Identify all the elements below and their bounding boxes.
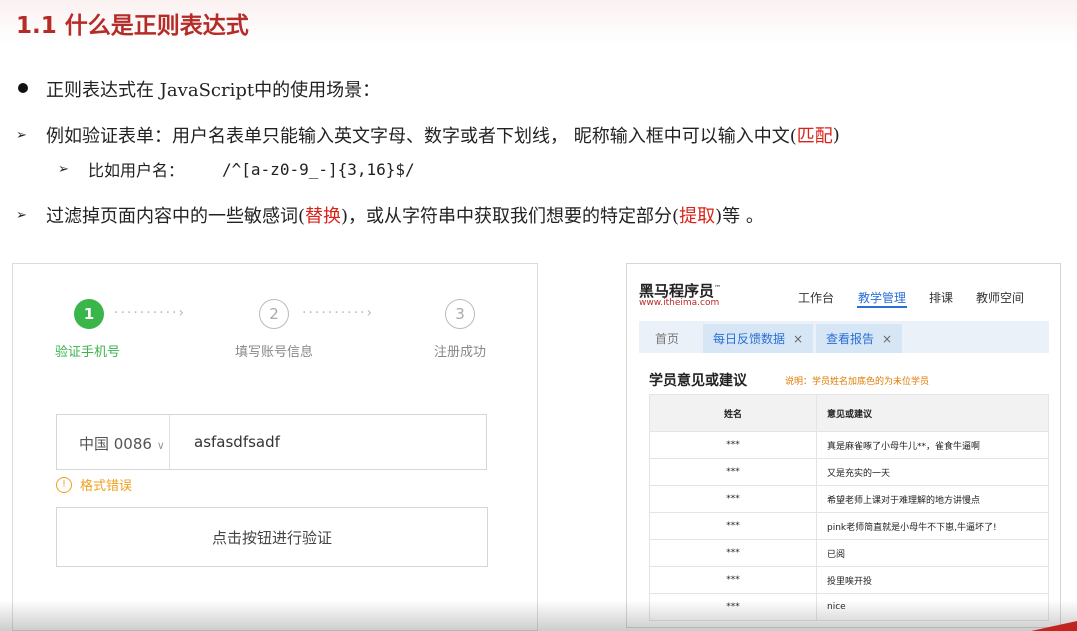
decorative-corner (1031, 621, 1077, 631)
bullet-usage: 正则表达式在 JavaScript中的使用场景： (16, 76, 380, 102)
column-name: 姓名 (649, 394, 817, 432)
step-1-icon: 1 (74, 299, 104, 329)
decorative-shadow (0, 600, 1077, 631)
nav-teaching[interactable]: 教学管理 (858, 289, 906, 306)
feedback-table: 姓名 意见或建议 *** 真是麻雀啄了小母牛儿**，雀食牛逼啊 *** 又是充实的一… (649, 394, 1049, 621)
step-connector: ··········› (114, 305, 187, 321)
brand-url: www.itheima.com (639, 298, 720, 308)
nav-active-indicator (857, 306, 907, 308)
step-connector: ··········› (302, 305, 375, 321)
nav-teacher-space[interactable]: 教师空间 (976, 289, 1024, 306)
bullet-form-validation: ➢ 例如验证表单：用户名表单只能输入英文字母、数字或者下划线， 昵称输入框中可以… (16, 122, 840, 148)
close-icon[interactable]: × (793, 332, 803, 346)
tab-daily-feedback[interactable]: 每日反馈数据 × (703, 324, 814, 353)
section-title: 学员意见或建议 (649, 373, 747, 389)
highlight-extract: 提取 (679, 206, 716, 227)
column-suggestion: 意见或建议 (816, 394, 1049, 432)
tab-bar: 首页 每日反馈数据 × 查看报告 × (639, 321, 1049, 353)
admin-panel: 黑马程序员™ www.itheima.com 工作台 教学管理 排课 教师空间 … (626, 263, 1061, 628)
highlight-replace: 替换 (305, 206, 342, 227)
table-row: *** pink老师简直就是小母牛不下崽,牛逼坏了! (649, 512, 1049, 540)
arrow-icon: ➢ (58, 161, 69, 177)
table-row: *** 真是麻雀啄了小母牛儿**，雀食牛逼啊 (649, 431, 1049, 459)
verify-button[interactable]: 点击按钮进行验证 (56, 507, 488, 567)
phone-input[interactable] (194, 431, 474, 453)
table-row: *** 已阅 (649, 539, 1049, 567)
close-icon[interactable]: × (882, 332, 892, 346)
table-row: *** 又是充实的一天 (649, 458, 1049, 486)
nav-schedule[interactable]: 排课 (929, 289, 953, 306)
tab-report[interactable]: 查看报告 × (816, 324, 903, 353)
arrow-icon: ➢ (16, 207, 27, 223)
table-header: 姓名 意见或建议 (649, 394, 1049, 432)
step-label-account-info: 填写账号信息 (235, 345, 314, 360)
bullet-filter: ➢ 过滤掉页面内容中的一些敏感词(替换)，或从字符串中获取我们想要的特定部分(提… (16, 202, 764, 228)
bullet-text: 正则表达式在 JavaScript中的使用场景： (46, 80, 381, 101)
register-form-panel: 1 ··········› 2 ··········› 3 验证手机号 填写账号… (12, 263, 538, 631)
table-row: *** 投里唉开投 (649, 566, 1049, 594)
bullet-username-example: ➢ 比如用户名： /^[a-z0-9_-]{3,16}$/ (58, 159, 415, 181)
error-message: ! 格式错误 (56, 475, 132, 494)
step-label-verify-phone: 验证手机号 (55, 345, 121, 360)
warning-icon: ! (56, 476, 72, 493)
chevron-down-icon: ∨ (156, 439, 165, 452)
step-2-icon: 2 (259, 299, 289, 329)
slide-title: 1.1 什么是正则表达式 (16, 13, 249, 39)
section-note: 说明：学员姓名加底色的为未位学员 (785, 377, 930, 387)
arrow-icon: ➢ (16, 127, 27, 143)
table-row: *** 希望老师上课对于难理解的地方讲慢点 (649, 485, 1049, 513)
step-label-success: 注册成功 (434, 345, 487, 360)
phone-field: 中国 0086 ∨ (56, 414, 487, 470)
dot-icon (16, 81, 46, 97)
regex-example: /^[a-z0-9_-]{3,16}$/ (222, 159, 415, 179)
tab-home[interactable]: 首页 (645, 324, 689, 353)
divider (169, 415, 170, 469)
step-3-icon: 3 (445, 299, 475, 329)
highlight-match: 匹配 (796, 126, 833, 147)
nav-workbench[interactable]: 工作台 (798, 289, 834, 306)
country-code-select[interactable]: 中国 0086 ∨ (79, 433, 165, 454)
